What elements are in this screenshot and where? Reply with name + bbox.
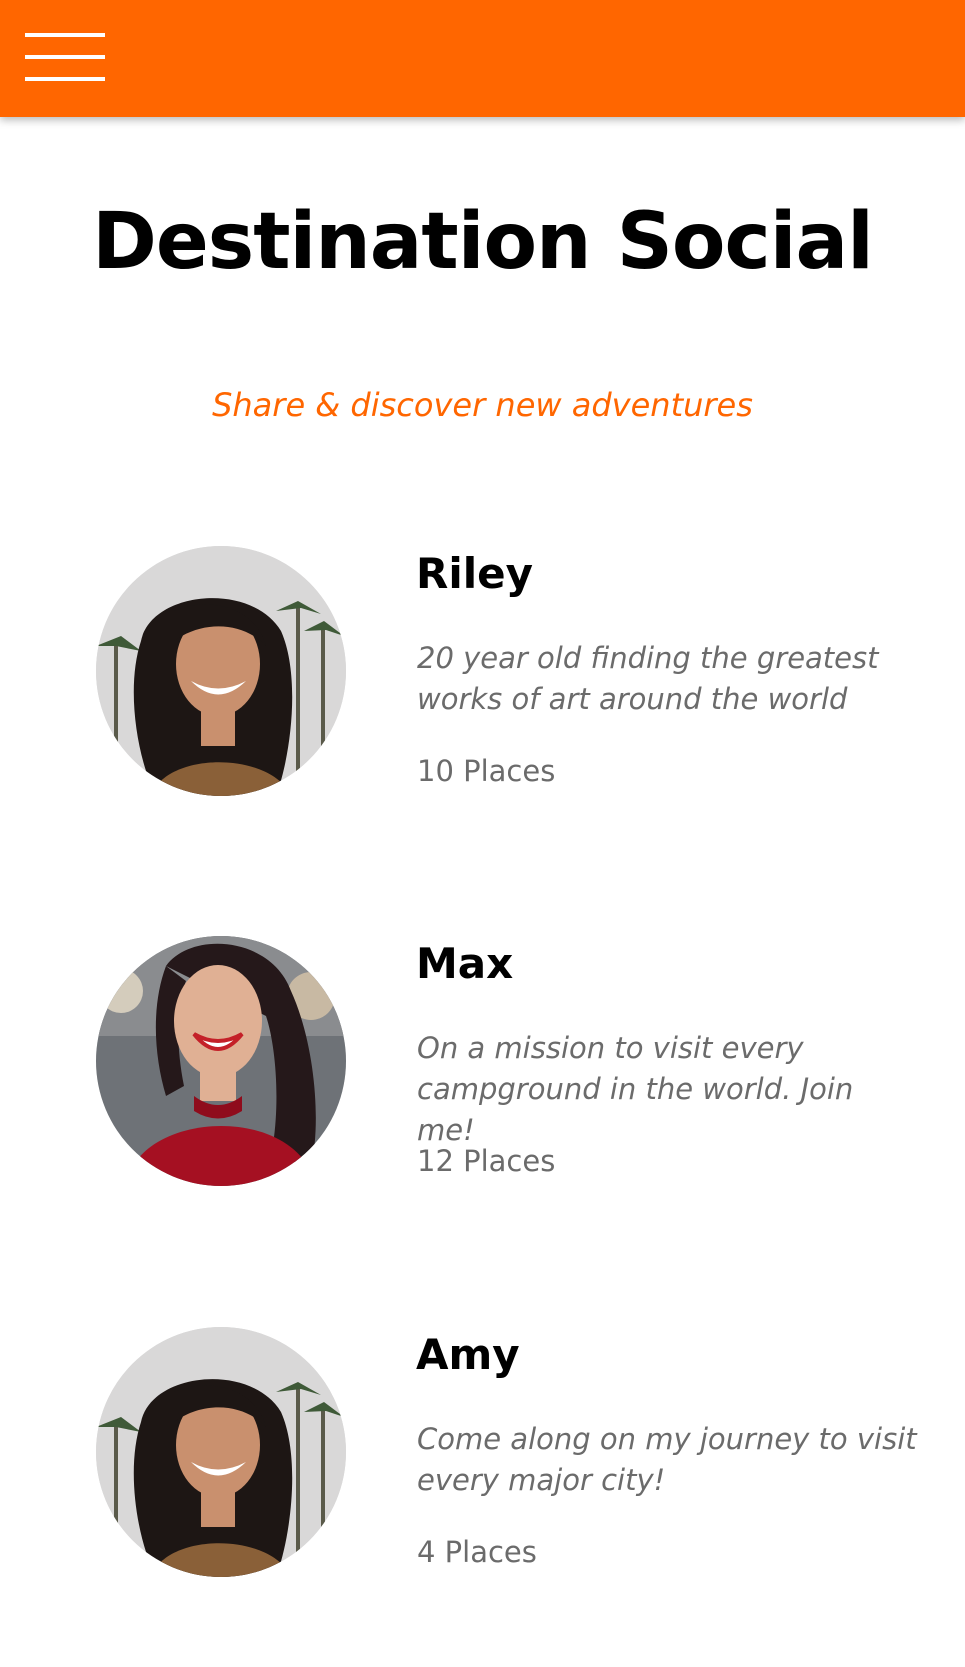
profile-name[interactable]: Max bbox=[416, 936, 513, 992]
avatar-max[interactable] bbox=[96, 936, 346, 1186]
avatar-amy[interactable] bbox=[96, 1327, 346, 1577]
page-tagline: Share & discover new adventures bbox=[212, 386, 753, 424]
profile-places-count: 4 Places bbox=[417, 1535, 537, 1569]
profile-places-count: 10 Places bbox=[417, 754, 556, 788]
profile-bio: 20 year old finding the greatest works o… bbox=[417, 641, 879, 716]
profile-bio: Come along on my journey to visit every … bbox=[417, 1422, 917, 1497]
profile-name[interactable]: Riley bbox=[416, 546, 533, 602]
profile-name[interactable]: Amy bbox=[416, 1327, 520, 1383]
profile-card-max[interactable]: Max On a mission to visit every campgrou… bbox=[0, 936, 965, 1186]
profile-card-riley[interactable]: Riley 20 year old finding the greatest w… bbox=[0, 546, 965, 796]
profile-places-count: 12 Places bbox=[417, 1144, 556, 1178]
profile-bio: On a mission to visit every campground i… bbox=[417, 1031, 854, 1147]
top-nav-bar bbox=[0, 0, 965, 117]
avatar-photo-max bbox=[96, 936, 346, 1186]
profile-card-amy[interactable]: Amy Come along on my journey to visit ev… bbox=[0, 1327, 965, 1577]
avatar-photo-amy bbox=[96, 1327, 346, 1577]
page-title: Destination Social bbox=[92, 197, 874, 287]
menu-line bbox=[25, 77, 105, 81]
hamburger-menu-icon[interactable] bbox=[25, 33, 105, 83]
menu-line bbox=[25, 33, 105, 37]
menu-line bbox=[25, 55, 105, 59]
avatar-photo-riley bbox=[96, 546, 346, 796]
avatar-riley[interactable] bbox=[96, 546, 346, 796]
